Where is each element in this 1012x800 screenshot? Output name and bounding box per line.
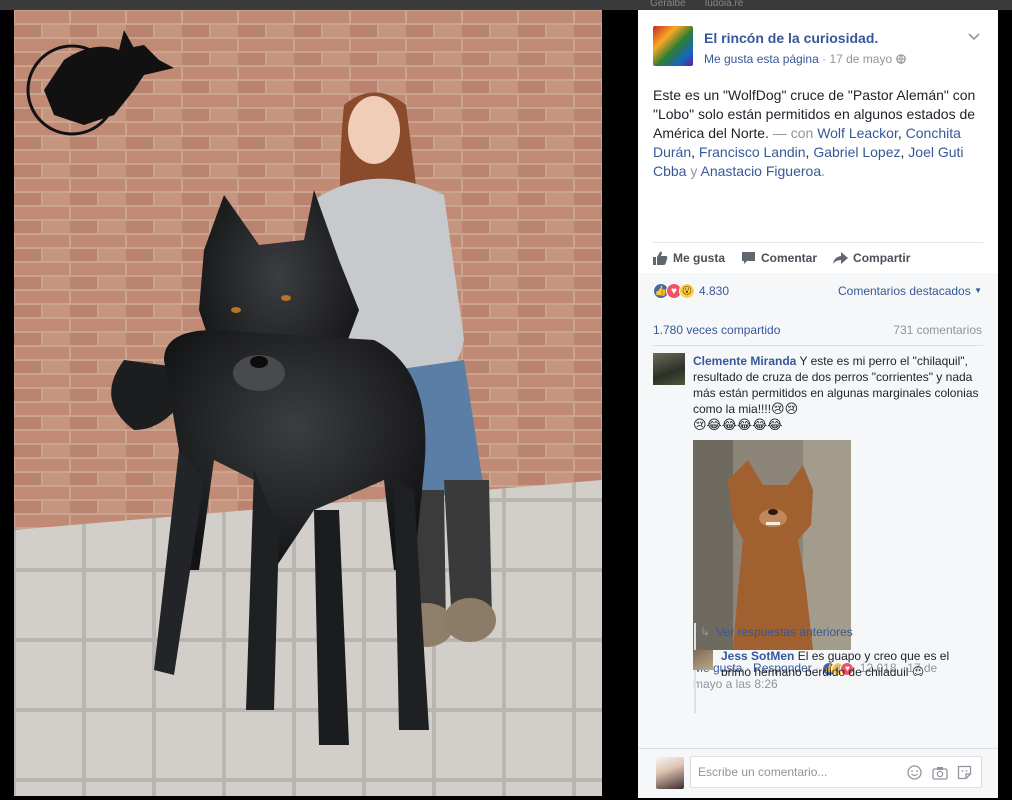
page-name-link[interactable]: El rincón de la curiosidad. bbox=[704, 30, 878, 46]
reaction-count: 4.830 bbox=[699, 284, 730, 298]
tag-link[interactable]: Anastacio Figueroa bbox=[700, 163, 821, 179]
reply-arrow-icon: ↳ bbox=[700, 625, 711, 639]
crying-emoji: 😢😢 bbox=[771, 401, 799, 416]
comment-dog-photo[interactable] bbox=[693, 440, 851, 650]
commenter-avatar[interactable] bbox=[653, 353, 685, 385]
post-details-panel: El rincón de la curiosidad. Me gusta est… bbox=[638, 10, 998, 798]
comment-input-box[interactable] bbox=[690, 756, 982, 788]
featured-label: Comentarios destacados bbox=[837, 284, 971, 298]
laughing-emoji: 😢😂😂😂😂😂 bbox=[693, 417, 783, 432]
tab-text: Geralbe bbox=[650, 0, 686, 9]
tag-link[interactable]: Francisco Landin bbox=[699, 144, 806, 160]
post-text: Este es un "WolfDog" cruce de "Pastor Al… bbox=[653, 87, 976, 179]
divider bbox=[653, 345, 983, 346]
browser-tab-strip: Geralbe ludoia.re bbox=[0, 0, 1012, 10]
post-period: . bbox=[821, 163, 826, 179]
european-wolfdogs-logo bbox=[26, 30, 174, 136]
comment-icon bbox=[741, 251, 756, 265]
comment-input[interactable] bbox=[691, 757, 891, 787]
view-previous-replies[interactable]: ↳ Ver respuestas anteriores bbox=[700, 625, 853, 639]
dog-photo bbox=[693, 440, 851, 650]
thumbs-up-icon bbox=[653, 251, 668, 265]
emoji-icon[interactable] bbox=[906, 764, 923, 781]
like-page-link[interactable]: Me gusta esta página bbox=[704, 52, 819, 66]
share-button[interactable]: Compartir bbox=[833, 251, 910, 265]
comment-body: Clemente Miranda Y este es mi perro el "… bbox=[693, 353, 989, 433]
page-avatar[interactable] bbox=[653, 26, 693, 66]
post-header: El rincón de la curiosidad. Me gusta est… bbox=[638, 10, 998, 72]
composer-icons bbox=[906, 764, 973, 781]
previous-replies-label: Ver respuestas anteriores bbox=[716, 625, 853, 639]
globe-icon bbox=[895, 52, 906, 66]
post-date[interactable]: 17 de mayo bbox=[829, 52, 892, 66]
comment-author[interactable]: Clemente Miranda bbox=[693, 354, 796, 368]
share-count-link[interactable]: 1.780 veces compartido bbox=[653, 323, 780, 337]
wink-emoji: 😉 bbox=[911, 665, 925, 676]
camera-icon[interactable] bbox=[931, 764, 948, 781]
caret-down-icon: ▼ bbox=[974, 286, 982, 295]
user-avatar[interactable] bbox=[656, 757, 684, 789]
reply: Jess SotMen El es guapo y creo que es el… bbox=[693, 648, 968, 676]
sticker-icon[interactable] bbox=[956, 764, 973, 781]
share-arrow-icon bbox=[833, 251, 849, 265]
featured-comments-dropdown[interactable]: Comentarios destacados ▼ bbox=[838, 284, 982, 298]
reaction-summary[interactable]: 👍 ♥ 😮 4.830 bbox=[653, 283, 729, 299]
reply-body: Jess SotMen El es guapo y creo que es el… bbox=[721, 648, 968, 676]
comment-label: Comentar bbox=[761, 251, 818, 265]
comments-area: 👍 ♥ 😮 4.830 Comentarios destacados ▼ 1.7… bbox=[638, 273, 998, 798]
post-photo[interactable] bbox=[14, 10, 602, 796]
with-label: — con bbox=[768, 125, 818, 141]
reply-author[interactable]: Jess SotMen bbox=[721, 649, 794, 663]
chevron-down-icon[interactable] bbox=[968, 28, 980, 44]
tag-link[interactable]: Gabriel Lopez bbox=[813, 144, 900, 160]
tag-link[interactable]: Wolf Leackor bbox=[817, 125, 898, 141]
post-meta: Me gusta esta página · 17 de mayo bbox=[704, 52, 906, 66]
tab-text: ludoia.re bbox=[705, 0, 744, 9]
comment-composer bbox=[638, 748, 998, 798]
like-button[interactable]: Me gusta bbox=[653, 251, 725, 265]
like-label: Me gusta bbox=[673, 251, 726, 265]
wow-reaction-icon: 😮 bbox=[679, 283, 695, 299]
share-label: Compartir bbox=[853, 251, 911, 265]
reply-avatar[interactable] bbox=[693, 650, 713, 670]
comment-count-link[interactable]: 731 comentarios bbox=[893, 323, 982, 337]
comment-button[interactable]: Comentar bbox=[741, 251, 817, 265]
post-actions: Me gusta Comentar Compartir bbox=[653, 242, 983, 273]
